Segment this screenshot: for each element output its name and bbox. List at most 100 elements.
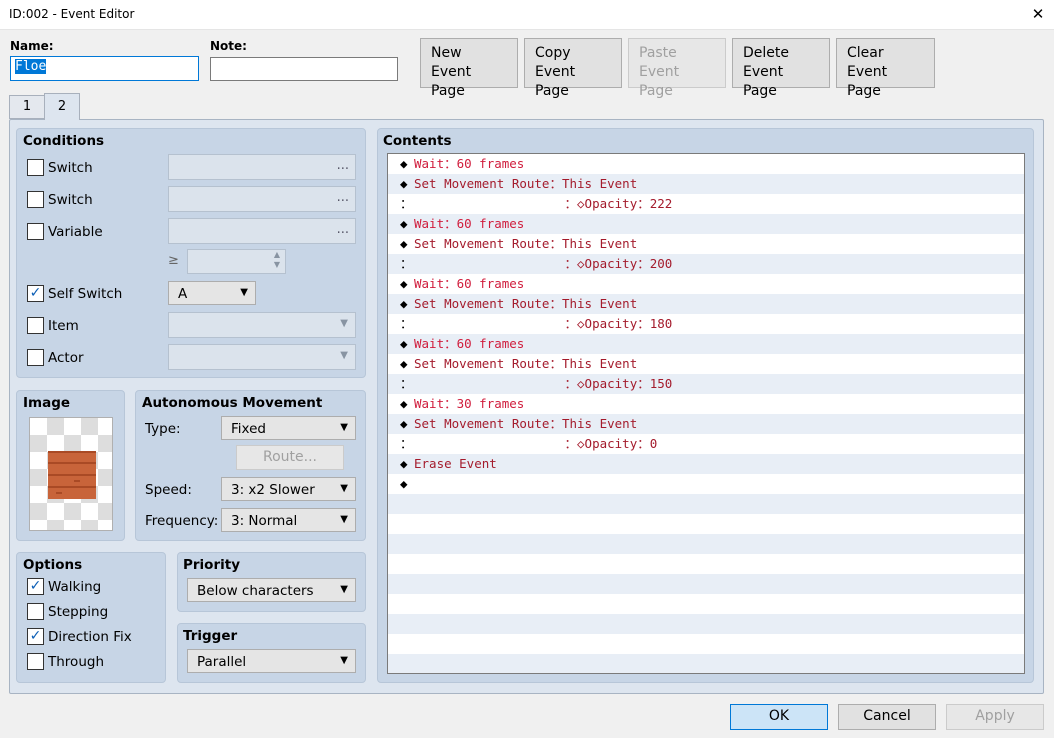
walking-checkbox[interactable]: ✓ xyxy=(27,578,44,595)
window-title: ID:002 - Event Editor xyxy=(9,7,135,21)
command-diamond-icon: ◆ xyxy=(400,236,408,251)
command-text: Wait：60 frames xyxy=(414,336,525,351)
name-value: Floe xyxy=(15,59,47,74)
movement-type-select[interactable]: Fixed ▼ xyxy=(221,416,356,440)
command-row[interactable]: ： ：◇Opacity：180 xyxy=(388,314,1024,334)
chevron-down-icon: ▼ xyxy=(340,514,348,525)
command-row[interactable]: ◆ Set Movement Route：This Event xyxy=(388,234,1024,254)
command-continuation: ： xyxy=(400,256,413,271)
command-row[interactable]: ： ：◇Opacity：150 xyxy=(388,374,1024,394)
switch2-checkbox[interactable] xyxy=(27,191,44,208)
switch1-field: ... xyxy=(168,154,356,180)
tab-page-2[interactable]: 2 xyxy=(44,93,80,120)
self-switch-checkbox[interactable]: ✓ xyxy=(27,285,44,302)
variable-ellipsis: ... xyxy=(336,222,349,237)
actor-checkbox[interactable] xyxy=(27,349,44,366)
frequency-select[interactable]: 3: Normal ▼ xyxy=(221,508,356,532)
delete-event-page-button[interactable]: Delete Event Page xyxy=(732,38,830,99)
paste-line1: Paste xyxy=(639,45,677,61)
switch1-checkbox[interactable] xyxy=(27,159,44,176)
command-diamond-icon: ◆ xyxy=(400,216,408,231)
command-text: Wait：60 frames xyxy=(414,216,525,231)
command-row[interactable]: ◆ xyxy=(388,474,1024,494)
conditions-title: Conditions xyxy=(23,133,105,149)
command-row[interactable]: ◆ Wait：60 frames xyxy=(388,334,1024,354)
command-diamond-icon: ◆ xyxy=(400,156,408,171)
clear-event-page-button[interactable]: Clear Event Page xyxy=(836,38,935,99)
note-input[interactable] xyxy=(210,57,398,81)
paste-event-page-button[interactable]: Paste Event Page xyxy=(628,38,726,99)
command-row[interactable]: ： ：◇Opacity：200 xyxy=(388,254,1024,274)
clear-line1: Clear xyxy=(847,45,884,61)
apply-button[interactable]: Apply xyxy=(946,704,1044,730)
command-text: Wait：30 frames xyxy=(414,396,525,411)
item-checkbox[interactable] xyxy=(27,317,44,334)
delete-line2: Event Page xyxy=(743,64,784,99)
copy-event-page-button[interactable]: Copy Event Page xyxy=(524,38,622,99)
event-command-list[interactable]: ◆ Wait：60 frames ◆ Set Movement Route：This … xyxy=(387,153,1025,674)
command-text: Wait：60 frames xyxy=(414,156,525,171)
command-diamond-icon: ◆ xyxy=(400,296,408,311)
actor-select: ▼ xyxy=(168,344,356,370)
ok-button[interactable]: OK xyxy=(730,704,828,730)
direction-fix-checkbox[interactable]: ✓ xyxy=(27,628,44,645)
stepping-checkbox[interactable] xyxy=(27,603,44,620)
variable-value-spinner: ▲ ▼ xyxy=(187,249,286,274)
command-continuation: ： xyxy=(400,436,413,451)
event-image-preview[interactable] xyxy=(29,417,113,531)
command-row[interactable]: ◆ Set Movement Route：This Event xyxy=(388,294,1024,314)
options-title: Options xyxy=(23,557,83,573)
note-label: Note: xyxy=(210,39,247,53)
command-row[interactable]: ◆ Wait：30 frames xyxy=(388,394,1024,414)
command-text: ：◇Opacity：180 xyxy=(414,316,673,331)
command-text: Set Movement Route：This Event xyxy=(414,416,638,431)
variable-field: ... xyxy=(168,218,356,244)
clear-line2: Event Page xyxy=(847,64,888,99)
switch2-label: Switch xyxy=(48,192,93,208)
new-line1: New xyxy=(431,45,462,61)
new-event-page-button[interactable]: New Event Page xyxy=(420,38,518,99)
through-checkbox[interactable] xyxy=(27,653,44,670)
name-input[interactable]: Floe xyxy=(10,56,199,81)
trigger-value: Parallel xyxy=(197,654,247,670)
command-row[interactable]: ◆ Wait：60 frames xyxy=(388,214,1024,234)
command-row[interactable]: ◆ Set Movement Route：This Event xyxy=(388,174,1024,194)
command-text: Set Movement Route：This Event xyxy=(414,356,638,371)
command-text: Set Movement Route：This Event xyxy=(414,236,638,251)
variable-checkbox[interactable] xyxy=(27,223,44,240)
route-button[interactable]: Route... xyxy=(236,445,344,470)
command-row[interactable]: ： ：◇Opacity：222 xyxy=(388,194,1024,214)
name-label: Name: xyxy=(10,39,54,53)
delete-line1: Delete xyxy=(743,45,789,61)
chevron-down-icon: ▼ xyxy=(240,287,248,298)
frequency-label: Frequency: xyxy=(145,513,219,529)
contents-title: Contents xyxy=(383,133,452,149)
self-switch-select[interactable]: A ▼ xyxy=(168,281,256,305)
command-text: ：◇Opacity：150 xyxy=(414,376,673,391)
stepping-label: Stepping xyxy=(48,604,109,620)
through-label: Through xyxy=(48,654,104,670)
command-row[interactable]: ◆ Erase Event xyxy=(388,454,1024,474)
command-row[interactable]: ◆ Set Movement Route：This Event xyxy=(388,354,1024,374)
speed-select[interactable]: 3: x2 Slower ▼ xyxy=(221,477,356,501)
command-row[interactable]: ◆ Wait：60 frames xyxy=(388,274,1024,294)
command-text: Erase Event xyxy=(414,456,497,471)
walking-label: Walking xyxy=(48,579,102,595)
tab-page-1[interactable]: 1 xyxy=(9,95,45,119)
close-icon[interactable]: ✕ xyxy=(1022,0,1054,30)
image-title: Image xyxy=(23,395,71,411)
command-text: Set Movement Route：This Event xyxy=(414,296,638,311)
command-diamond-icon: ◆ xyxy=(400,416,408,431)
trigger-title: Trigger xyxy=(183,628,238,644)
speed-label: Speed: xyxy=(145,482,192,498)
switch2-field: ... xyxy=(168,186,356,212)
spinner-arrows-icon: ▲ ▼ xyxy=(273,250,280,269)
variable-label: Variable xyxy=(48,224,103,240)
command-row[interactable]: ： ：◇Opacity：0 xyxy=(388,434,1024,454)
command-row[interactable]: ◆ Wait：60 frames xyxy=(388,154,1024,174)
command-row[interactable]: ◆ Set Movement Route：This Event xyxy=(388,414,1024,434)
priority-select[interactable]: Below characters ▼ xyxy=(187,578,356,602)
new-line2: Event Page xyxy=(431,64,472,99)
trigger-select[interactable]: Parallel ▼ xyxy=(187,649,356,673)
cancel-button[interactable]: Cancel xyxy=(838,704,936,730)
